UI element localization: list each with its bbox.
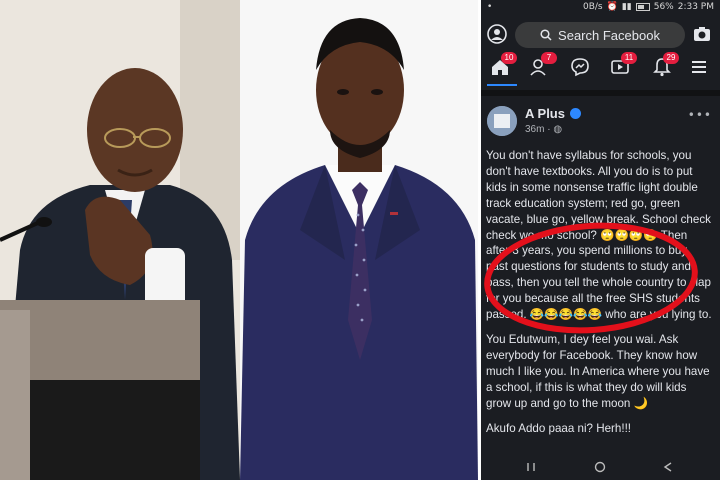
- politician-photo: [0, 0, 240, 480]
- tab-friends[interactable]: 7: [529, 52, 557, 80]
- feed-divider: [481, 90, 720, 96]
- photo-left-politician: [0, 0, 240, 480]
- network-speed: 0B/s: [582, 2, 603, 12]
- avatar-image: [487, 106, 517, 136]
- watch-badge: 11: [621, 52, 637, 64]
- search-label: Search Facebook: [558, 27, 660, 43]
- menu-icon: [692, 61, 706, 73]
- status-left: •: [487, 2, 493, 12]
- post-time[interactable]: 36m · ◍: [525, 124, 562, 135]
- facebook-nav-tabs: 10 7 11 29: [481, 52, 720, 84]
- profile-icon[interactable]: [487, 24, 507, 44]
- home-badge: 10: [501, 52, 517, 64]
- man-photo: [240, 0, 478, 480]
- post-time-value: 36m: [525, 124, 545, 135]
- post-header: A Plus 36m · ◍ •••: [481, 102, 720, 142]
- search-icon: [540, 29, 552, 41]
- more-options-icon[interactable]: •••: [688, 108, 712, 122]
- tab-notifications[interactable]: 29: [651, 52, 679, 80]
- photo-center-man-in-suit: [240, 0, 478, 480]
- avatar[interactable]: [487, 106, 517, 136]
- post-author[interactable]: A Plus: [525, 106, 565, 121]
- post-paragraph-1: You don't have syllabus for schools, you…: [486, 149, 712, 322]
- alarm-icon: ⏰: [606, 2, 618, 12]
- search-bar[interactable]: Search Facebook: [515, 22, 685, 48]
- active-tab-indicator: [487, 84, 517, 86]
- android-nav-bar: [481, 454, 720, 480]
- tab-home[interactable]: 10: [489, 52, 517, 80]
- signal-icon: ▮▮: [621, 2, 632, 12]
- messenger-icon: [571, 58, 589, 77]
- notifications-badge: 29: [663, 52, 679, 64]
- clock: 2:33 PM: [677, 2, 714, 12]
- camera-icon[interactable]: [692, 24, 712, 44]
- tab-watch[interactable]: 11: [609, 52, 637, 80]
- status-bar: • 0B/s ⏰ ▮▮ 56% 2:33 PM: [481, 0, 720, 16]
- battery-icon: [635, 3, 650, 11]
- battery-level: 56%: [653, 2, 674, 12]
- facebook-screenshot: • 0B/s ⏰ ▮▮ 56% 2:33 PM Search Facebook: [481, 0, 720, 480]
- post-paragraph-2: You Edutwum, I dey feel you wai. Ask eve…: [486, 332, 710, 410]
- status-right: 0B/s ⏰ ▮▮ 56% 2:33 PM: [583, 2, 714, 12]
- facebook-top-bar: Search Facebook: [481, 18, 720, 52]
- tab-messenger[interactable]: [569, 56, 593, 80]
- post-text: You don't have syllabus for schools, you…: [486, 148, 712, 445]
- tab-menu[interactable]: [688, 56, 712, 80]
- post-paragraph-3: Akufo Addo paaa ni? Herh!!!: [486, 421, 632, 435]
- back-icon[interactable]: [662, 461, 674, 473]
- globe-icon: ◍: [553, 124, 563, 135]
- friends-badge: 7: [541, 52, 557, 64]
- recent-apps-icon[interactable]: [525, 461, 537, 473]
- home-button-icon[interactable]: [594, 461, 606, 473]
- verified-icon: [570, 108, 581, 119]
